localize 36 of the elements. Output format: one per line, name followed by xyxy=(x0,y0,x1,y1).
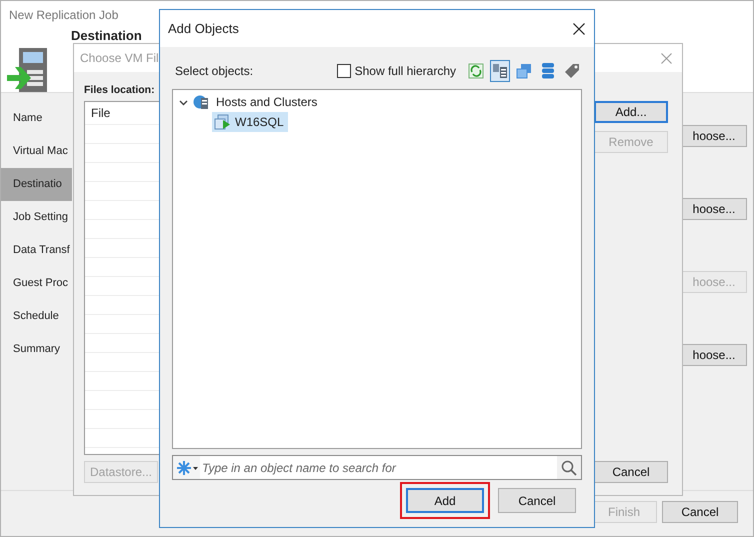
choose-button[interactable]: hoose... xyxy=(681,125,747,147)
server-list-icon[interactable] xyxy=(490,60,510,82)
tree-item[interactable]: W16SQL xyxy=(212,112,288,132)
wizard-step[interactable]: Guest Proc xyxy=(1,267,72,300)
checkbox-label[interactable]: Show full hierarchy xyxy=(354,64,456,78)
wizard-step[interactable]: Job Setting xyxy=(1,201,72,234)
wizard-step[interactable]: Data Transf xyxy=(1,234,72,267)
search-icon[interactable] xyxy=(557,456,581,479)
dialog-button[interactable]: Add xyxy=(406,488,484,513)
globe-server-icon xyxy=(193,94,209,110)
dialog-title: Add Objects xyxy=(168,21,240,36)
cancel-button[interactable]: Cancel xyxy=(594,461,668,483)
page-heading: Destination xyxy=(71,29,142,42)
files-location-label: Files location: xyxy=(84,83,156,98)
wizard-button[interactable]: Cancel xyxy=(662,501,738,523)
wizard-step[interactable]: Destinatio xyxy=(1,168,72,201)
wizard-step[interactable]: Virtual Mac xyxy=(1,135,72,168)
choose-button[interactable]: hoose... xyxy=(681,198,747,220)
close-icon[interactable] xyxy=(573,22,585,34)
vm-icon xyxy=(214,114,231,130)
dialog-button[interactable]: Cancel xyxy=(498,488,576,513)
wizard-step[interactable]: Schedule xyxy=(1,300,72,333)
asterisk-dropdown-icon[interactable] xyxy=(173,456,200,479)
choose-button[interactable]: hoose... xyxy=(681,344,747,366)
add-button[interactable]: Add... xyxy=(594,101,668,123)
expand-chevron-icon[interactable] xyxy=(179,98,188,106)
column-header: File xyxy=(91,106,110,120)
wizard-step[interactable]: Name xyxy=(1,102,72,135)
checkbox[interactable] xyxy=(336,64,351,78)
search-field[interactable]: Type in an object name to search for xyxy=(172,455,582,480)
dialog-title: Choose VM Fil xyxy=(80,51,160,65)
wizard-step[interactable]: Summary xyxy=(1,333,72,366)
select-objects-label: Select objects: xyxy=(174,64,254,78)
window-title: New Replication Job xyxy=(9,8,118,22)
search-input[interactable]: Type in an object name to search for xyxy=(200,460,557,476)
tree-item[interactable]: Hosts and Clusters xyxy=(216,95,318,109)
